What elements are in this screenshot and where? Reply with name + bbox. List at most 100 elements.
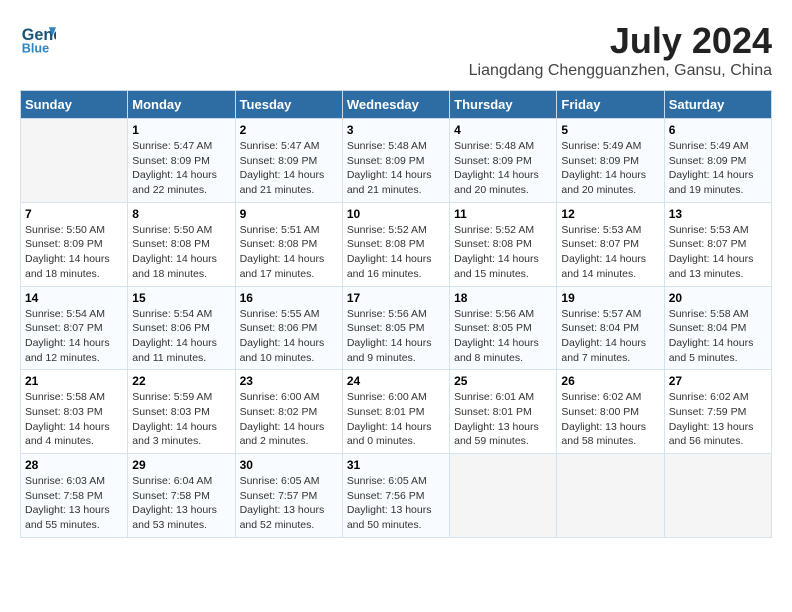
calendar-day-cell: 23 Sunrise: 6:00 AM Sunset: 8:02 PM Dayli… <box>235 370 342 454</box>
calendar-day-cell: 28 Sunrise: 6:03 AM Sunset: 7:58 PM Dayli… <box>21 454 128 538</box>
day-info: Sunrise: 5:56 AM Sunset: 8:05 PM Dayligh… <box>347 307 445 366</box>
day-number: 31 <box>347 458 445 472</box>
calendar-day-cell: 21 Sunrise: 5:58 AM Sunset: 8:03 PM Dayli… <box>21 370 128 454</box>
day-number: 25 <box>454 374 552 388</box>
calendar-day-cell: 14 Sunrise: 5:54 AM Sunset: 8:07 PM Dayli… <box>21 286 128 370</box>
calendar-day-cell: 27 Sunrise: 6:02 AM Sunset: 7:59 PM Dayli… <box>664 370 771 454</box>
calendar-day-cell: 18 Sunrise: 5:56 AM Sunset: 8:05 PM Dayli… <box>450 286 557 370</box>
calendar-day-cell: 4 Sunrise: 5:48 AM Sunset: 8:09 PM Daylig… <box>450 119 557 203</box>
weekday-header-cell: Tuesday <box>235 91 342 119</box>
day-info: Sunrise: 6:04 AM Sunset: 7:58 PM Dayligh… <box>132 474 230 533</box>
day-number: 22 <box>132 374 230 388</box>
day-info: Sunrise: 5:59 AM Sunset: 8:03 PM Dayligh… <box>132 390 230 449</box>
calendar-week-row: 28 Sunrise: 6:03 AM Sunset: 7:58 PM Dayli… <box>21 454 772 538</box>
svg-text:Blue: Blue <box>22 41 49 55</box>
day-info: Sunrise: 5:58 AM Sunset: 8:04 PM Dayligh… <box>669 307 767 366</box>
calendar-day-cell: 25 Sunrise: 6:01 AM Sunset: 8:01 PM Dayli… <box>450 370 557 454</box>
calendar-day-cell: 15 Sunrise: 5:54 AM Sunset: 8:06 PM Dayli… <box>128 286 235 370</box>
calendar-day-cell: 5Sunrise: 5:49 AM Sunset: 8:09 PM Daylig… <box>557 119 664 203</box>
calendar-week-row: 7Sunrise: 5:50 AM Sunset: 8:09 PM Daylig… <box>21 202 772 286</box>
day-info: Sunrise: 5:49 AM Sunset: 8:09 PM Dayligh… <box>669 139 767 198</box>
day-number: 15 <box>132 291 230 305</box>
day-number: 18 <box>454 291 552 305</box>
day-info: Sunrise: 5:52 AM Sunset: 8:08 PM Dayligh… <box>347 223 445 282</box>
page-header: General Blue July 2024 Liangdang Chenggu… <box>20 20 772 80</box>
calendar-table: SundayMondayTuesdayWednesdayThursdayFrid… <box>20 90 772 538</box>
day-info: Sunrise: 5:52 AM Sunset: 8:08 PM Dayligh… <box>454 223 552 282</box>
logo: General Blue <box>20 20 56 56</box>
calendar-day-cell: 31 Sunrise: 6:05 AM Sunset: 7:56 PM Dayli… <box>342 454 449 538</box>
calendar-day-cell: 17Sunrise: 5:56 AM Sunset: 8:05 PM Dayli… <box>342 286 449 370</box>
day-number: 7 <box>25 207 123 221</box>
calendar-day-cell <box>664 454 771 538</box>
day-number: 14 <box>25 291 123 305</box>
calendar-week-row: 1 Sunrise: 5:47 AM Sunset: 8:09 PM Daylig… <box>21 119 772 203</box>
day-info: Sunrise: 5:56 AM Sunset: 8:05 PM Dayligh… <box>454 307 552 366</box>
day-info: Sunrise: 5:53 AM Sunset: 8:07 PM Dayligh… <box>561 223 659 282</box>
day-number: 27 <box>669 374 767 388</box>
weekday-header-cell: Sunday <box>21 91 128 119</box>
calendar-day-cell <box>21 119 128 203</box>
day-number: 16 <box>240 291 338 305</box>
calendar-week-row: 21 Sunrise: 5:58 AM Sunset: 8:03 PM Dayli… <box>21 370 772 454</box>
day-info: Sunrise: 5:48 AM Sunset: 8:09 PM Dayligh… <box>454 139 552 198</box>
weekday-header-cell: Monday <box>128 91 235 119</box>
calendar-day-cell: 29Sunrise: 6:04 AM Sunset: 7:58 PM Dayli… <box>128 454 235 538</box>
day-number: 4 <box>454 123 552 137</box>
calendar-day-cell: 24 Sunrise: 6:00 AM Sunset: 8:01 PM Dayli… <box>342 370 449 454</box>
calendar-day-cell: 30Sunrise: 6:05 AM Sunset: 7:57 PM Dayli… <box>235 454 342 538</box>
day-number: 20 <box>669 291 767 305</box>
weekday-header-cell: Thursday <box>450 91 557 119</box>
calendar-week-row: 14 Sunrise: 5:54 AM Sunset: 8:07 PM Dayli… <box>21 286 772 370</box>
day-info: Sunrise: 5:54 AM Sunset: 8:07 PM Dayligh… <box>25 307 123 366</box>
day-info: Sunrise: 6:01 AM Sunset: 8:01 PM Dayligh… <box>454 390 552 449</box>
day-info: Sunrise: 5:47 AM Sunset: 8:09 PM Dayligh… <box>132 139 230 198</box>
calendar-day-cell: 16 Sunrise: 5:55 AM Sunset: 8:06 PM Dayli… <box>235 286 342 370</box>
calendar-day-cell: 22 Sunrise: 5:59 AM Sunset: 8:03 PM Dayli… <box>128 370 235 454</box>
day-number: 2 <box>240 123 338 137</box>
calendar-day-cell: 20 Sunrise: 5:58 AM Sunset: 8:04 PM Dayli… <box>664 286 771 370</box>
day-info: Sunrise: 5:58 AM Sunset: 8:03 PM Dayligh… <box>25 390 123 449</box>
weekday-header-row: SundayMondayTuesdayWednesdayThursdayFrid… <box>21 91 772 119</box>
day-info: Sunrise: 5:57 AM Sunset: 8:04 PM Dayligh… <box>561 307 659 366</box>
calendar-day-cell: 6Sunrise: 5:49 AM Sunset: 8:09 PM Daylig… <box>664 119 771 203</box>
day-info: Sunrise: 6:00 AM Sunset: 8:01 PM Dayligh… <box>347 390 445 449</box>
day-number: 28 <box>25 458 123 472</box>
day-number: 24 <box>347 374 445 388</box>
calendar-day-cell: 12 Sunrise: 5:53 AM Sunset: 8:07 PM Dayli… <box>557 202 664 286</box>
day-info: Sunrise: 5:54 AM Sunset: 8:06 PM Dayligh… <box>132 307 230 366</box>
day-number: 1 <box>132 123 230 137</box>
day-info: Sunrise: 5:49 AM Sunset: 8:09 PM Dayligh… <box>561 139 659 198</box>
calendar-day-cell: 11 Sunrise: 5:52 AM Sunset: 8:08 PM Dayli… <box>450 202 557 286</box>
day-info: Sunrise: 5:55 AM Sunset: 8:06 PM Dayligh… <box>240 307 338 366</box>
day-number: 21 <box>25 374 123 388</box>
calendar-day-cell: 13 Sunrise: 5:53 AM Sunset: 8:07 PM Dayli… <box>664 202 771 286</box>
calendar-day-cell: 19Sunrise: 5:57 AM Sunset: 8:04 PM Dayli… <box>557 286 664 370</box>
day-number: 23 <box>240 374 338 388</box>
calendar-day-cell: 7Sunrise: 5:50 AM Sunset: 8:09 PM Daylig… <box>21 202 128 286</box>
calendar-day-cell: 2Sunrise: 5:47 AM Sunset: 8:09 PM Daylig… <box>235 119 342 203</box>
location-subtitle: Liangdang Chengguanzhen, Gansu, China <box>469 62 772 80</box>
weekday-header-cell: Friday <box>557 91 664 119</box>
day-info: Sunrise: 6:05 AM Sunset: 7:56 PM Dayligh… <box>347 474 445 533</box>
logo-icon: General Blue <box>20 20 56 56</box>
day-number: 12 <box>561 207 659 221</box>
day-info: Sunrise: 6:00 AM Sunset: 8:02 PM Dayligh… <box>240 390 338 449</box>
weekday-header-cell: Saturday <box>664 91 771 119</box>
calendar-day-cell: 1 Sunrise: 5:47 AM Sunset: 8:09 PM Daylig… <box>128 119 235 203</box>
day-info: Sunrise: 5:51 AM Sunset: 8:08 PM Dayligh… <box>240 223 338 282</box>
day-number: 3 <box>347 123 445 137</box>
day-number: 11 <box>454 207 552 221</box>
day-number: 13 <box>669 207 767 221</box>
day-info: Sunrise: 5:53 AM Sunset: 8:07 PM Dayligh… <box>669 223 767 282</box>
calendar-body: 1 Sunrise: 5:47 AM Sunset: 8:09 PM Daylig… <box>21 119 772 538</box>
day-info: Sunrise: 6:03 AM Sunset: 7:58 PM Dayligh… <box>25 474 123 533</box>
calendar-day-cell: 8Sunrise: 5:50 AM Sunset: 8:08 PM Daylig… <box>128 202 235 286</box>
calendar-day-cell: 9Sunrise: 5:51 AM Sunset: 8:08 PM Daylig… <box>235 202 342 286</box>
day-info: Sunrise: 6:05 AM Sunset: 7:57 PM Dayligh… <box>240 474 338 533</box>
calendar-day-cell <box>557 454 664 538</box>
day-info: Sunrise: 6:02 AM Sunset: 7:59 PM Dayligh… <box>669 390 767 449</box>
calendar-day-cell: 3Sunrise: 5:48 AM Sunset: 8:09 PM Daylig… <box>342 119 449 203</box>
weekday-header-cell: Wednesday <box>342 91 449 119</box>
day-info: Sunrise: 5:50 AM Sunset: 8:08 PM Dayligh… <box>132 223 230 282</box>
